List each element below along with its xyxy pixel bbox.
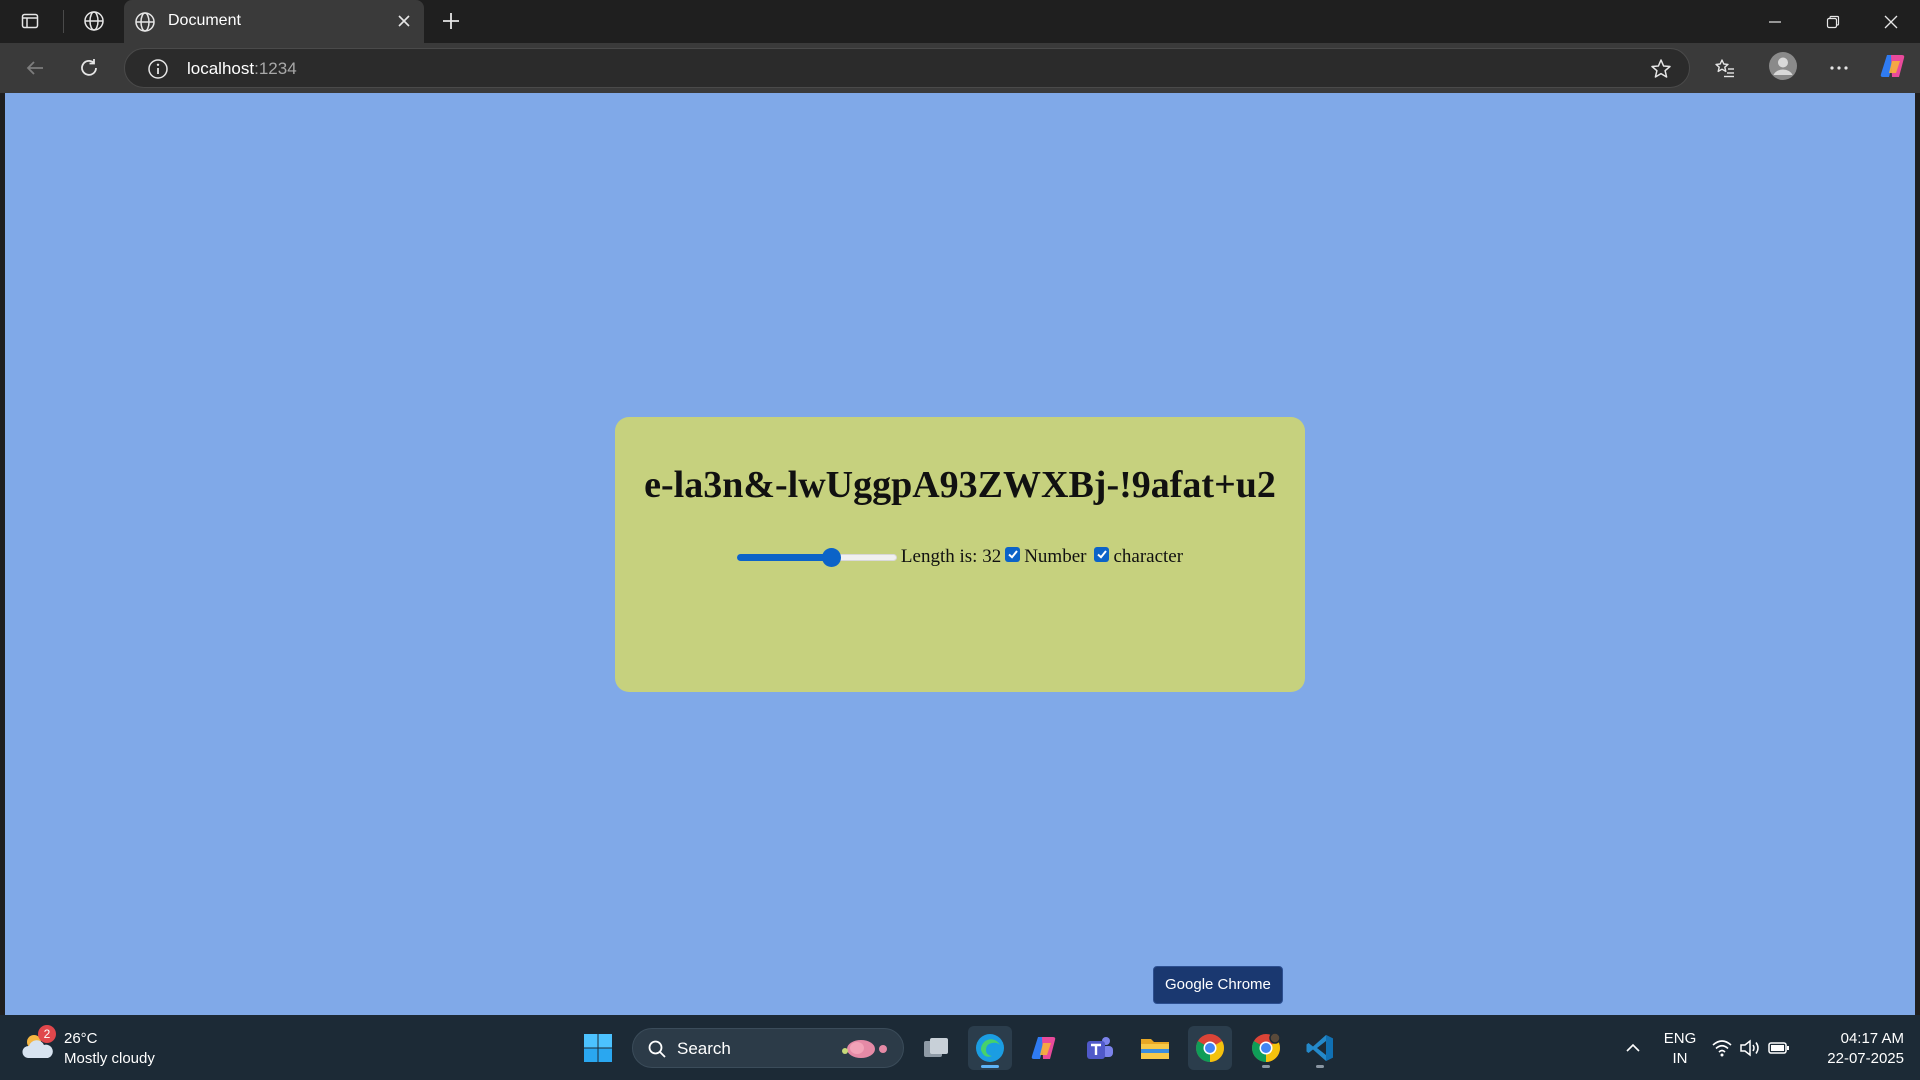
generated-password: e-la3n&-lwUggpA93ZWXBj-!9afat+u2 (644, 464, 1276, 506)
more-options-icon[interactable] (1822, 52, 1856, 84)
copilot-icon[interactable] (1876, 50, 1910, 82)
close-icon[interactable] (394, 11, 414, 36)
profile-avatar-icon[interactable] (1766, 50, 1800, 82)
workspaces-globe-icon[interactable] (77, 5, 111, 37)
copilot-icon (1031, 1037, 1056, 1059)
chrome-icon (1196, 1034, 1224, 1062)
clock-time[interactable]: 04:17 AM (1814, 1030, 1904, 1048)
sidebar-toggle-icon[interactable] (13, 5, 47, 37)
url-text: localhost:1234 (187, 59, 297, 78)
active-indicator (981, 1065, 999, 1068)
site-info-icon[interactable] (147, 58, 169, 85)
character-checkbox[interactable] (1094, 546, 1110, 562)
taskbar-app-chrome[interactable] (1188, 1026, 1232, 1070)
number-label: Number (1024, 546, 1087, 567)
folder-icon (1141, 1039, 1169, 1059)
favorite-star-icon[interactable] (1649, 57, 1673, 86)
vscode-icon (1306, 1035, 1333, 1061)
minimize-button[interactable] (1746, 0, 1804, 43)
chrome-profile-icon (1252, 1032, 1281, 1062)
minimize-icon (1769, 20, 1781, 23)
browser-title-bar: Document (0, 0, 1920, 43)
search-icon (647, 1039, 667, 1064)
region-code[interactable]: IN (1660, 1050, 1700, 1068)
volume-icon (1740, 1039, 1759, 1057)
tab-title: Document (168, 12, 241, 29)
running-indicator (1316, 1065, 1324, 1068)
taskbar-app-vscode[interactable] (1298, 1026, 1342, 1070)
taskbar-app-copilot[interactable] (1022, 1026, 1066, 1070)
address-bar[interactable]: localhost:1234 (124, 48, 1690, 88)
taskbar-app-teams[interactable] (1078, 1026, 1122, 1070)
running-indicator (1262, 1065, 1270, 1068)
taskbar-search[interactable]: Search (632, 1028, 904, 1068)
plus-icon (443, 13, 459, 29)
character-label: character (1113, 546, 1184, 567)
search-highlight-icon (839, 1037, 895, 1066)
checkmark-icon (1097, 550, 1107, 559)
taskbar-app-chrome-profile[interactable] (1244, 1026, 1288, 1070)
new-tab-button[interactable] (434, 5, 468, 37)
task-view-icon (924, 1038, 948, 1057)
tab-document[interactable]: Document (124, 0, 424, 43)
weather-desc: Mostly cloudy (64, 1050, 155, 1067)
title-bar-divider (63, 10, 64, 33)
quick-settings-button[interactable] (1706, 1026, 1796, 1070)
task-view-button[interactable] (914, 1026, 958, 1070)
checkmark-icon (1008, 550, 1018, 559)
taskbar-app-file-explorer[interactable] (1133, 1026, 1177, 1070)
windows-taskbar: 2 26°C Mostly cloudy Search ENG IN 04:17… (0, 1015, 1920, 1080)
refresh-icon[interactable] (72, 52, 106, 84)
slider-fill (736, 554, 832, 561)
length-label: Length is: 32 (900, 546, 1002, 567)
clock-date[interactable]: 22-07-2025 (1814, 1050, 1904, 1068)
slider-thumb[interactable] (821, 548, 841, 567)
edge-icon (976, 1034, 1004, 1062)
weather-badge: 2 (38, 1025, 56, 1043)
taskbar-tooltip: Google Chrome (1153, 966, 1283, 1004)
chevron-up-icon (1626, 1043, 1640, 1052)
start-button[interactable] (576, 1026, 620, 1070)
weather-temp: 26°C (64, 1030, 98, 1047)
browser-toolbar: localhost:1234 (0, 43, 1920, 93)
restore-button[interactable] (1804, 0, 1862, 43)
wifi-icon (1712, 1040, 1732, 1057)
taskbar-app-edge[interactable] (968, 1026, 1012, 1070)
password-generator-card: e-la3n&-lwUggpA93ZWXBj-!9afat+u2 Length … (615, 417, 1305, 692)
windows-logo-icon (584, 1034, 612, 1062)
language-code[interactable]: ENG (1660, 1030, 1700, 1048)
teams-icon (1087, 1037, 1113, 1059)
restore-icon (1826, 15, 1840, 28)
search-label: Search (677, 1039, 731, 1058)
close-window-button[interactable] (1862, 0, 1920, 43)
close-icon (1884, 15, 1898, 28)
favorites-list-icon[interactable] (1708, 52, 1742, 84)
globe-icon (134, 11, 156, 38)
length-slider[interactable] (736, 547, 897, 567)
weather-widget[interactable]: 2 26°C Mostly cloudy (20, 1025, 155, 1069)
generator-controls: Length is: 32 Number character (615, 545, 1305, 569)
number-checkbox[interactable] (1005, 546, 1021, 562)
back-arrow-icon[interactable] (18, 52, 52, 84)
page-viewport: e-la3n&-lwUggpA93ZWXBj-!9afat+u2 Length … (5, 93, 1915, 1015)
show-hidden-icons-button[interactable] (1610, 1026, 1656, 1070)
battery-icon (1768, 1042, 1789, 1054)
